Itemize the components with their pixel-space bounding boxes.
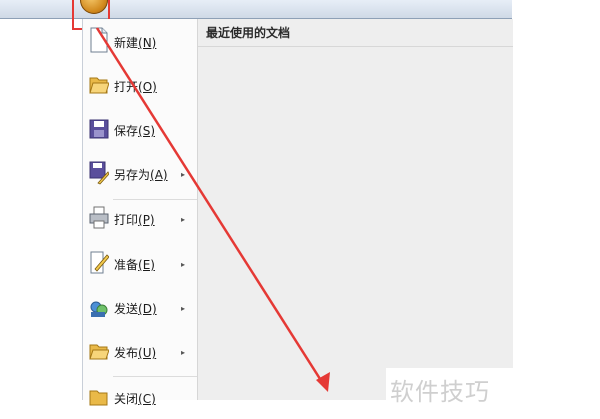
menu-item-new[interactable]: 新建(N) <box>83 23 197 63</box>
menu-item-print-label: 打印 <box>114 213 139 227</box>
office-menu: 新建(N) 打开(O) 保存(S) 另存为(A) ▸ 打印(P) ▸ 准备(E)… <box>82 19 513 406</box>
chevron-right-icon: ▸ <box>181 215 186 224</box>
menu-item-open-label: 打开 <box>114 80 139 94</box>
menu-item-send-key: (D) <box>138 302 157 316</box>
recent-documents-title: 最近使用的文档 <box>206 26 291 40</box>
recent-documents-panel: 最近使用的文档 <box>198 19 513 400</box>
menu-item-print[interactable]: 打印(P) ▸ <box>83 200 197 240</box>
menu-item-open[interactable]: 打开(O) <box>83 67 197 107</box>
menu-item-new-key: (N) <box>138 36 157 50</box>
open-folder-icon <box>89 77 109 94</box>
new-document-icon <box>90 27 108 53</box>
menu-item-save-as-label: 另存为 <box>114 168 151 182</box>
menu-item-print-key: (P) <box>138 213 155 227</box>
prepare-icon <box>90 251 109 274</box>
menu-item-close-label: 关闭 <box>114 392 139 406</box>
menu-item-close[interactable]: 关闭(C) <box>83 379 197 419</box>
save-icon <box>89 119 109 139</box>
close-folder-icon <box>89 390 108 406</box>
menu-item-send[interactable]: 发送(D) ▸ <box>83 289 197 329</box>
chevron-right-icon: ▸ <box>181 170 186 179</box>
menu-item-new-label: 新建 <box>114 36 139 50</box>
menu-item-send-label: 发送 <box>114 302 139 316</box>
menu-item-prepare[interactable]: 准备(E) ▸ <box>83 245 197 285</box>
menu-item-publish-key: (U) <box>138 346 157 360</box>
send-icon <box>90 301 108 317</box>
menu-item-save-key: (S) <box>138 124 155 138</box>
command-list: 新建(N) 打开(O) 保存(S) 另存为(A) ▸ 打印(P) ▸ 准备(E)… <box>83 19 198 406</box>
chevron-right-icon: ▸ <box>181 348 186 357</box>
watermark-text: 软件技巧 <box>390 378 490 406</box>
menu-item-prepare-label: 准备 <box>114 258 139 272</box>
recent-divider <box>198 46 513 47</box>
watermark: 软件技巧 <box>386 368 526 406</box>
menu-item-save-label: 保存 <box>114 124 139 138</box>
menu-item-publish-label: 发布 <box>114 346 139 360</box>
menu-item-close-key: (C) <box>138 392 156 406</box>
menu-item-publish[interactable]: 发布(U) ▸ <box>83 333 197 373</box>
menu-item-open-key: (O) <box>138 80 157 94</box>
menu-item-save[interactable]: 保存(S) <box>83 111 197 151</box>
menu-separator <box>113 376 197 377</box>
publish-icon <box>89 344 109 360</box>
chevron-right-icon: ▸ <box>181 260 186 269</box>
menu-item-save-as[interactable]: 另存为(A) ▸ <box>83 155 197 195</box>
chevron-right-icon: ▸ <box>181 304 186 313</box>
save-as-icon <box>89 161 109 185</box>
menu-item-prepare-key: (E) <box>138 258 155 272</box>
menu-item-save-as-key: (A) <box>150 168 168 182</box>
print-icon <box>89 206 109 229</box>
